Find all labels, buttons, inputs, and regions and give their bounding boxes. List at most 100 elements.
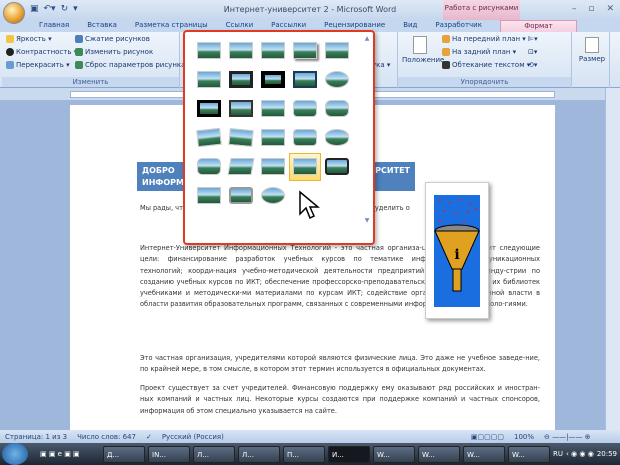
tab-view[interactable]: Вид [394,20,426,32]
picture-style-thumbnail[interactable] [197,187,221,204]
contrast-icon [6,48,14,56]
compress-icon [75,35,83,43]
close-button[interactable]: ✕ [606,4,614,14]
tab-format[interactable]: Формат [499,20,577,32]
picture-style-thumbnail[interactable] [261,100,285,117]
taskbar-item[interactable]: Л... [238,445,280,463]
taskbar-item[interactable]: Л... [193,445,235,463]
picture-style-thumbnail[interactable] [229,71,253,88]
start-button[interactable] [2,443,28,465]
group-arrange: Положение На передний план ▾ На задний п… [397,32,572,88]
taskbar-item[interactable]: W... [373,445,415,463]
bring-to-front-button[interactable]: На передний план ▾ [442,35,526,43]
picture-style-thumbnail[interactable] [261,42,285,59]
picture-style-thumbnail[interactable] [197,158,221,175]
change-picture-icon [75,48,83,56]
group-size[interactable]: Размер [575,32,610,88]
picture-style-thumbnail[interactable] [325,71,349,88]
quick-launch-icons[interactable]: ▣ ▣ e ▣ ▣ [40,450,100,458]
taskbar-item[interactable]: W... [418,445,460,463]
picture-style-thumbnail[interactable] [325,42,349,59]
vertical-scrollbar[interactable] [605,88,620,430]
reset-picture-button[interactable]: Сброс параметров рисунка [75,61,185,69]
funnel-info-image: i [434,195,480,307]
taskbar: ▣ ▣ e ▣ ▣ Д... IN... Л... Л... П... И...… [0,443,620,465]
tray-icons[interactable]: ‹ ◉ ◉ ◉ [566,450,594,458]
picture-style-thumbnail[interactable] [325,158,349,175]
picture-style-thumbnail[interactable] [229,187,253,204]
reset-picture-icon [75,61,83,69]
maximize-button[interactable]: ▫ [588,4,594,14]
group-label-arrange: Упорядочить [398,77,571,87]
group-icon[interactable]: ⊡▾ [528,48,537,56]
minimize-button[interactable]: – [572,4,577,14]
picture-style-thumbnail[interactable] [197,71,221,88]
bring-front-icon [442,35,450,43]
recolor-icon [6,61,14,69]
picture-style-thumbnail[interactable] [197,100,221,117]
word-count[interactable]: Число слов: 647 [77,433,136,441]
recolor-button[interactable]: Перекрасить ▾ [6,61,70,69]
picture-style-thumbnail[interactable] [293,129,317,146]
clock[interactable]: 20:59 [597,450,617,458]
wrap-icon [442,61,450,69]
taskbar-item[interactable]: IN... [148,445,190,463]
compress-pictures-button[interactable]: Сжатие рисунков [75,35,150,43]
picture-style-thumbnail[interactable] [261,71,285,88]
picture-style-thumbnail[interactable] [196,127,222,148]
picture-styles-gallery[interactable]: ▲ ▼ [183,30,375,245]
paragraph-4: Проект существует за счет учредителей. Ф… [140,384,540,415]
align-icon[interactable]: ⊫▾ [528,35,538,43]
change-picture-button[interactable]: Изменить рисунок [75,48,153,56]
picture-style-thumbnail[interactable] [229,100,253,117]
language[interactable]: Русский (Россия) [162,433,224,441]
language-indicator[interactable]: RU [553,450,563,458]
svg-text:i: i [454,247,459,263]
picture-style-thumbnail[interactable] [227,158,255,175]
rotate-icon[interactable]: ⟲▾ [528,61,537,69]
picture-style-thumbnail[interactable] [293,158,317,175]
picture-style-thumbnail[interactable] [229,42,253,59]
taskbar-item[interactable]: Д... [103,445,145,463]
picture-style-thumbnail[interactable] [325,129,349,146]
picture-style-thumbnail[interactable] [261,158,285,175]
gallery-scrollbar[interactable]: ▲ ▼ [363,35,371,240]
proofing-icon[interactable]: ✓ [146,433,152,441]
view-buttons[interactable]: ▣▢▢▢▢ [471,433,504,441]
picture-style-thumbnail[interactable] [293,71,317,88]
mouse-cursor-icon [299,190,320,220]
send-to-back-button[interactable]: На задний план ▾ [442,48,516,56]
selected-picture[interactable]: i [425,182,489,319]
picture-style-thumbnail[interactable] [228,127,254,148]
context-tab-picture-tools: Работа с рисунками [443,0,520,20]
group-label-adjust: Изменить [2,77,179,87]
taskbar-item-active[interactable]: И... [328,445,370,463]
picture-style-thumbnail[interactable] [261,187,285,204]
group-adjust: Яркость ▾ Контрастность ▾ Перекрасить ▾ … [2,32,185,88]
picture-style-thumbnail[interactable] [197,42,221,59]
tab-developer[interactable]: Разработчик [426,20,491,32]
taskbar-item[interactable]: П... [283,445,325,463]
picture-style-thumbnail[interactable] [261,129,285,146]
picture-style-thumbnail[interactable] [293,100,317,117]
taskbar-item[interactable]: W... [508,445,550,463]
tab-insert[interactable]: Вставка [78,20,126,32]
status-bar: Страница: 1 из 3 Число слов: 647 ✓ Русск… [0,430,620,443]
position-button[interactable]: Положение [402,36,444,64]
sun-icon [6,35,14,43]
picture-style-thumbnail[interactable] [293,42,317,59]
send-back-icon [442,48,450,56]
tab-home[interactable]: Главная [30,20,78,32]
zoom-level[interactable]: 100% [514,433,534,441]
taskbar-item[interactable]: W... [463,445,505,463]
picture-style-thumbnail[interactable] [325,100,349,117]
size-icon [585,37,599,53]
office-button[interactable] [3,2,25,24]
brightness-button[interactable]: Яркость ▾ [6,35,52,43]
contrast-button[interactable]: Контрастность ▾ [6,48,77,56]
text-wrapping-button[interactable]: Обтекание текстом ▾ [442,61,530,69]
position-icon [413,36,427,54]
page-count[interactable]: Страница: 1 из 3 [5,433,67,441]
window-title: Интернет-университет 2 - Microsoft Word [223,5,397,14]
zoom-slider[interactable]: ⊖ ——|—— ⊕ [544,433,614,441]
